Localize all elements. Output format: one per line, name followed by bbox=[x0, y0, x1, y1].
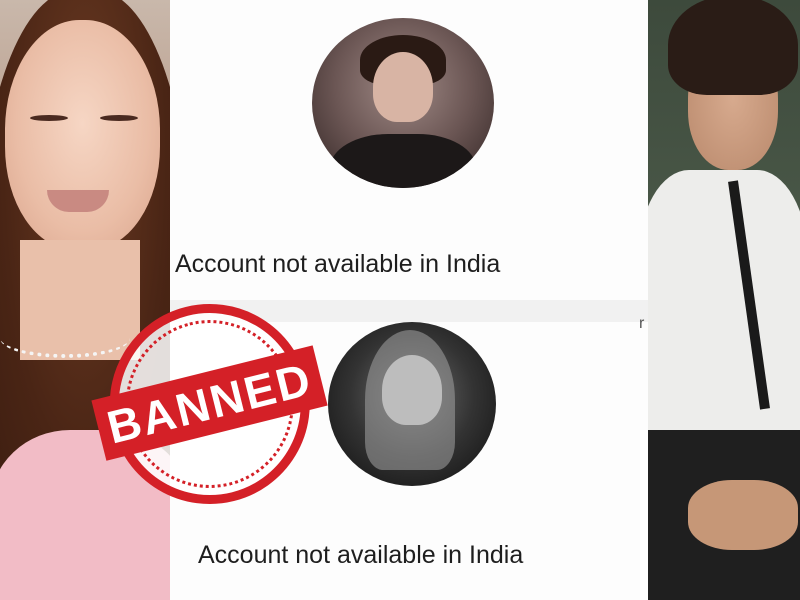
right-photo-shirt bbox=[648, 170, 800, 470]
account-unavailable-message-bottom: Account not available in India bbox=[198, 541, 524, 569]
right-photo-hands bbox=[688, 480, 798, 550]
profile-avatar-bottom bbox=[328, 322, 496, 486]
edge-letter: r bbox=[639, 315, 645, 332]
left-photo-face bbox=[5, 20, 160, 250]
right-photo bbox=[648, 0, 800, 600]
right-photo-hair bbox=[668, 0, 798, 95]
profile-avatar-top bbox=[312, 18, 494, 188]
account-unavailable-message-top: Account not available in India bbox=[175, 250, 501, 278]
